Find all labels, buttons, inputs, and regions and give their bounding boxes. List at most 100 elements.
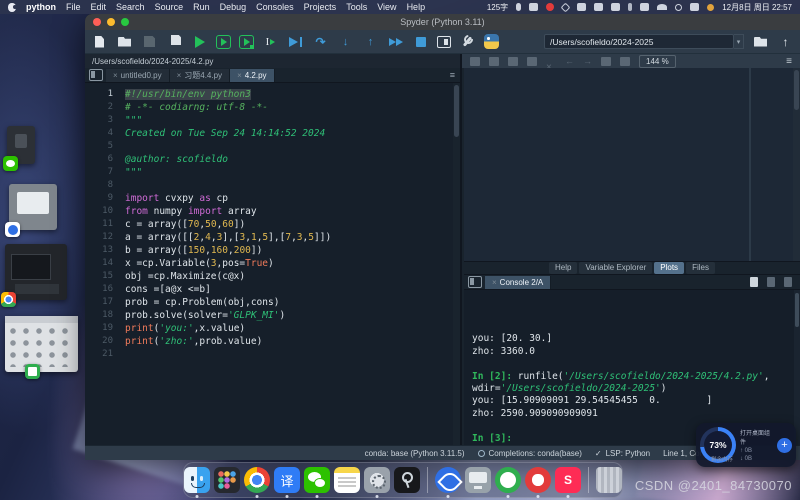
finder-app-icon[interactable] bbox=[184, 467, 210, 493]
remove-plot-icon[interactable] bbox=[527, 57, 537, 66]
dock-item-settings[interactable] bbox=[364, 467, 390, 493]
plots-zoom-level[interactable]: 144 % bbox=[639, 55, 676, 68]
code-area[interactable]: 123456789101112131415161718192021 #!/usr… bbox=[85, 83, 460, 459]
lsp-status[interactable]: ✓ LSP: Python bbox=[595, 449, 650, 458]
apple-menu-icon[interactable] bbox=[8, 3, 16, 12]
tab-variable-explorer[interactable]: Variable Explorer bbox=[579, 262, 652, 274]
trash-app-icon[interactable] bbox=[596, 467, 622, 493]
dock-item-remoteview[interactable] bbox=[465, 467, 491, 493]
minimized-files-window[interactable] bbox=[5, 316, 78, 372]
save-button[interactable] bbox=[141, 34, 158, 50]
conda-env-status[interactable]: conda: base (Python 3.11.5) bbox=[365, 449, 465, 458]
keychain-app-icon[interactable] bbox=[394, 467, 420, 493]
zoom-in-icon[interactable] bbox=[601, 57, 611, 66]
record-icon[interactable] bbox=[546, 3, 554, 11]
battery-icon[interactable] bbox=[640, 3, 649, 11]
next-plot-icon[interactable]: → bbox=[583, 57, 592, 66]
dock-item-wechat[interactable] bbox=[304, 467, 330, 493]
console-output[interactable]: you: [20. 30.]zho: 3360.0 In [2]: runfil… bbox=[464, 290, 800, 445]
stop-button[interactable] bbox=[412, 34, 429, 50]
editor-options-icon[interactable]: ≡ bbox=[450, 70, 460, 82]
dock-item-reds[interactable]: S bbox=[555, 467, 581, 493]
run-button[interactable] bbox=[191, 34, 208, 50]
dock-item-launchpad[interactable] bbox=[214, 467, 240, 493]
console-options-icon[interactable] bbox=[784, 277, 792, 287]
close-tab-icon[interactable]: × bbox=[113, 71, 118, 80]
remove-all-plots-icon[interactable] bbox=[546, 57, 556, 66]
copy-plot-icon[interactable] bbox=[508, 57, 518, 66]
editor-scrollbar-thumb[interactable] bbox=[454, 85, 459, 137]
menu-item-search[interactable]: Search bbox=[116, 2, 145, 12]
shapes-icon[interactable] bbox=[561, 2, 571, 12]
plots-scrollbar-thumb[interactable] bbox=[794, 70, 799, 110]
menu-item-run[interactable]: Run bbox=[193, 2, 210, 12]
code-text[interactable]: #!/usr/bin/env python3# -*- codiarng: ut… bbox=[121, 83, 460, 459]
step-into-button[interactable] bbox=[337, 34, 354, 50]
save-all-plots-icon[interactable] bbox=[489, 57, 499, 66]
menu-item-debug[interactable]: Debug bbox=[220, 2, 247, 12]
greenring-app-icon[interactable] bbox=[495, 467, 521, 493]
menu-item-tools[interactable]: Tools bbox=[346, 2, 367, 12]
notes-app-icon[interactable] bbox=[334, 467, 360, 493]
editor-tab-4-2-py[interactable]: ×4.2.py bbox=[230, 69, 274, 82]
redapple-app-icon[interactable] bbox=[525, 467, 551, 493]
workdir-dropdown-caret[interactable]: ▾ bbox=[734, 34, 744, 49]
browse-working-directory-button[interactable] bbox=[752, 34, 769, 50]
menu-item-view[interactable]: View bbox=[377, 2, 396, 12]
plots-options-menu-icon[interactable]: ≡ bbox=[786, 56, 792, 67]
close-tab-icon[interactable]: × bbox=[177, 71, 182, 80]
minimized-wechat-window[interactable] bbox=[7, 126, 35, 164]
run-cell-advance-button[interactable] bbox=[239, 35, 254, 49]
python-env-icon[interactable] bbox=[484, 34, 499, 49]
dock-item-trash[interactable] bbox=[596, 467, 622, 493]
new-console-icon[interactable] bbox=[750, 277, 758, 287]
memory-widget[interactable]: 73% 剩余内存 打开桌面组件 ↑ 0B ↓ 0B + bbox=[696, 423, 796, 467]
translate-app-icon[interactable]: 译 bbox=[274, 467, 300, 493]
browse-tabs-icon[interactable] bbox=[89, 69, 103, 81]
widget-add-button[interactable]: + bbox=[777, 438, 792, 453]
dock-item-greenring[interactable] bbox=[495, 467, 521, 493]
plots-scrollbar[interactable] bbox=[793, 68, 800, 261]
tab-help[interactable]: Help bbox=[549, 262, 577, 274]
open-file-button[interactable] bbox=[116, 34, 133, 50]
dock-item-redapple[interactable] bbox=[525, 467, 551, 493]
pause-console-icon[interactable] bbox=[767, 277, 775, 287]
editor-tab-untitled0-py[interactable]: ×untitled0.py bbox=[106, 69, 170, 82]
window-title-bar[interactable]: Spyder (Python 3.11) bbox=[85, 14, 800, 30]
menu-item-help[interactable]: Help bbox=[407, 2, 426, 12]
console-scrollbar[interactable] bbox=[794, 290, 800, 445]
search-icon[interactable] bbox=[675, 4, 682, 11]
working-directory-combobox[interactable]: /Users/scofieldo/2024-2025 bbox=[544, 34, 734, 49]
minimized-chrome-window[interactable] bbox=[5, 244, 67, 300]
remoteview-app-icon[interactable] bbox=[465, 467, 491, 493]
switch-icon[interactable] bbox=[611, 3, 620, 11]
editor-tab-习题4-4-py[interactable]: ×习题4.4.py bbox=[170, 69, 230, 82]
dock-item-notes[interactable] bbox=[334, 467, 360, 493]
minimized-remote-window[interactable] bbox=[9, 184, 57, 230]
editor-scrollbar[interactable] bbox=[453, 83, 460, 459]
save-all-button[interactable] bbox=[166, 34, 183, 50]
sunflower-app-icon[interactable] bbox=[435, 467, 461, 493]
dock-item-translate[interactable]: 译 bbox=[274, 467, 300, 493]
tab-files[interactable]: Files bbox=[686, 262, 715, 274]
wechat-app-icon[interactable] bbox=[304, 467, 330, 493]
continue-button[interactable] bbox=[387, 34, 404, 50]
bluetooth-icon[interactable] bbox=[628, 3, 632, 11]
microphone-icon[interactable] bbox=[516, 3, 521, 11]
input-method-status[interactable]: 125字 bbox=[487, 2, 508, 13]
app-menu-name[interactable]: python bbox=[26, 2, 56, 12]
settings-app-icon[interactable] bbox=[364, 467, 390, 493]
maximize-pane-button[interactable] bbox=[437, 36, 451, 48]
completions-status[interactable]: Completions: conda(base) bbox=[478, 449, 582, 458]
chrome-app-icon[interactable] bbox=[244, 467, 270, 493]
menu-item-edit[interactable]: Edit bbox=[91, 2, 107, 12]
menu-item-projects[interactable]: Projects bbox=[304, 2, 337, 12]
dock-item-keychain[interactable] bbox=[394, 467, 420, 493]
run-cell-button[interactable] bbox=[216, 35, 231, 49]
zoom-out-icon[interactable] bbox=[620, 57, 630, 66]
step-out-button[interactable] bbox=[362, 34, 379, 50]
wifi-icon[interactable] bbox=[657, 4, 667, 10]
display-icon[interactable] bbox=[690, 3, 699, 11]
menu-bar-clock[interactable]: 12月8日 周日 22:57 bbox=[722, 2, 792, 13]
step-over-button[interactable] bbox=[312, 34, 329, 50]
